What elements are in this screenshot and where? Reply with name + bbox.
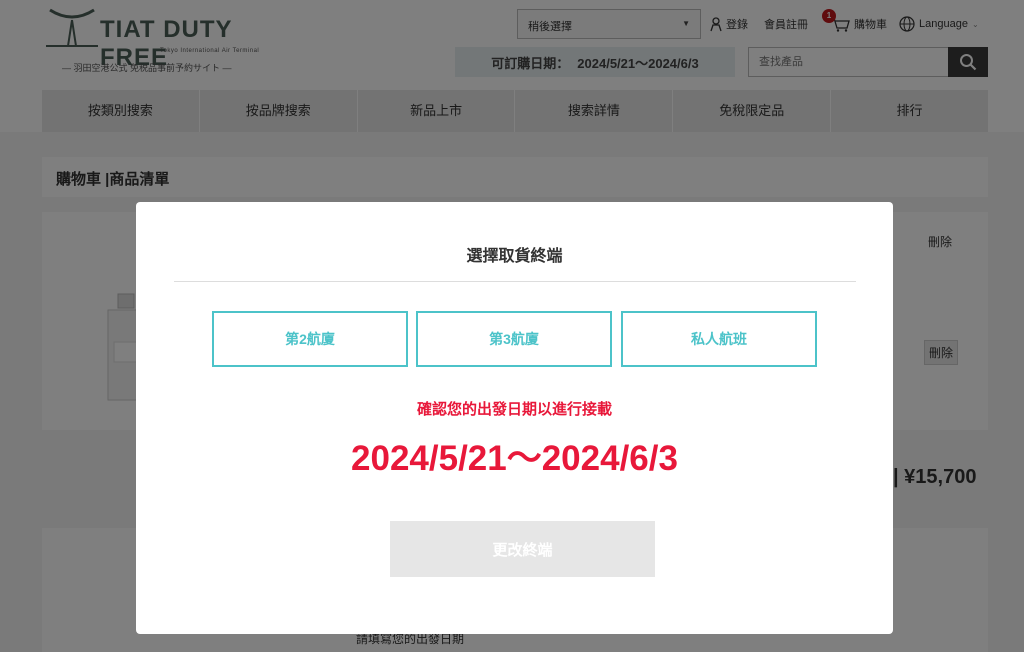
confirm-date-warning: 確認您的出發日期以進行接載 [416,401,612,418]
pickup-date-range: 2024/5/21〜2024/6/3 [351,439,678,478]
private-flight-button[interactable]: 私人航班 [621,311,817,367]
change-terminal-button[interactable]: 更改終端 [390,521,655,577]
terminal-3-button[interactable]: 第3航廈 [416,311,612,367]
modal-divider [174,281,856,282]
modal-title: 選擇取貨終端 [466,248,563,265]
terminal-2-button[interactable]: 第2航廈 [212,311,408,367]
terminal-select-modal: 選擇取貨終端 第2航廈 第3航廈 私人航班 確認您的出發日期以進行接載 2024… [136,202,893,634]
